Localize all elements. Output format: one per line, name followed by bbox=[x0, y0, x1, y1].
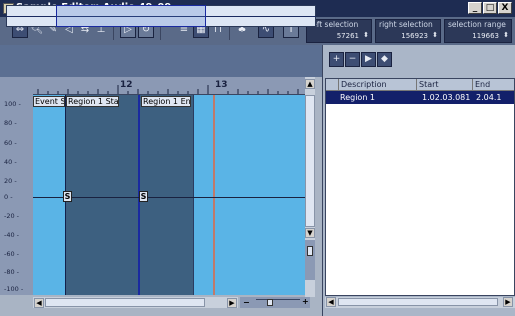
scroll-down-icon[interactable]: ▼ bbox=[305, 228, 315, 238]
ruler-corner bbox=[0, 77, 33, 95]
zoom-out-icon[interactable]: − bbox=[243, 298, 250, 307]
region-end-cell[interactable]: 2.04.1 bbox=[476, 91, 501, 104]
zero-line bbox=[33, 197, 305, 198]
column-end[interactable]: End bbox=[472, 79, 514, 91]
overview-panel bbox=[0, 45, 322, 77]
list-horizontal-scrollbar[interactable]: ◀ ▶ bbox=[325, 297, 515, 308]
play-region-button[interactable]: ▶ bbox=[361, 52, 376, 67]
left-selection-label: left selection bbox=[310, 20, 359, 29]
remove-region-button[interactable]: − bbox=[345, 52, 360, 67]
right-selection-value[interactable]: 156923 bbox=[401, 32, 428, 40]
event-start-marker[interactable]: Event Start bbox=[33, 96, 65, 107]
amplitude-label: 0 - bbox=[4, 193, 13, 201]
column-description[interactable]: Description bbox=[338, 79, 416, 91]
selection-range-field[interactable]: selection range 119663 ⬍ bbox=[444, 19, 512, 43]
amplitude-label: -80 - bbox=[4, 268, 20, 276]
left-selection-value[interactable]: 57261 bbox=[337, 32, 359, 40]
amplitude-label: -20 - bbox=[4, 212, 20, 220]
ruler[interactable]: 12 13 bbox=[33, 77, 305, 95]
horizontal-scroll-thumb[interactable] bbox=[45, 298, 205, 307]
amplitude-axis: 100 - 80 - 60 - 40 - 20 - 0 - -20 - -40 … bbox=[0, 95, 33, 295]
amplitude-label: -60 - bbox=[4, 250, 20, 258]
regions-list[interactable]: Description Start End Region 1 1.02.03.0… bbox=[325, 78, 515, 296]
ruler-bar-number: 12 bbox=[120, 80, 133, 90]
regions-panel: + − ▶ ◆ Description Start End Region 1 1… bbox=[322, 45, 515, 316]
selection-range-label: selection range bbox=[448, 20, 506, 29]
amplitude-label: 20 - bbox=[4, 177, 17, 185]
scroll-right-icon[interactable]: ▶ bbox=[503, 297, 513, 307]
right-selection-label: right selection bbox=[379, 20, 433, 29]
list-header: Description Start End bbox=[326, 79, 514, 91]
horizontal-zoom-slider[interactable] bbox=[256, 299, 300, 305]
select-region-button[interactable]: ◆ bbox=[377, 52, 392, 67]
region-end-marker[interactable]: Region 1 End bbox=[141, 96, 191, 107]
scroll-left-icon[interactable]: ◀ bbox=[326, 297, 336, 307]
right-selection-field[interactable]: right selection 156923 ⬍ bbox=[375, 19, 441, 43]
spinner-icon[interactable]: ⬍ bbox=[432, 31, 438, 39]
list-scroll-thumb[interactable] bbox=[338, 298, 498, 306]
vertical-zoom-slider[interactable] bbox=[305, 240, 315, 280]
scroll-up-icon[interactable]: ▲ bbox=[305, 79, 315, 89]
ruler-ticks bbox=[37, 85, 299, 94]
waveform-display[interactable]: Event Start Region 1 Start Region 1 End … bbox=[33, 95, 305, 295]
scroll-right-icon[interactable]: ▶ bbox=[227, 298, 237, 308]
amplitude-label: 40 - bbox=[4, 158, 17, 166]
minimize-button[interactable]: _ bbox=[468, 2, 482, 14]
spinner-icon[interactable]: ⬍ bbox=[503, 31, 509, 39]
overview-view-range[interactable] bbox=[56, 5, 206, 27]
sync-marker[interactable]: S bbox=[63, 191, 72, 202]
close-button[interactable]: X bbox=[498, 2, 512, 14]
selection-edge-line bbox=[193, 95, 194, 295]
region-start-marker[interactable]: Region 1 Start bbox=[66, 96, 119, 107]
column-start[interactable]: Start bbox=[416, 79, 472, 91]
amplitude-label: 100 - bbox=[4, 100, 21, 108]
horizontal-zoom-knob[interactable] bbox=[267, 299, 273, 306]
amplitude-label: -100 - bbox=[4, 285, 24, 293]
table-row[interactable]: Region 1 1.02.03.081 2.04.1 bbox=[326, 91, 514, 104]
sync-marker[interactable]: S bbox=[139, 191, 148, 202]
ruler-bar-number: 13 bbox=[215, 80, 228, 90]
amplitude-label: -40 - bbox=[4, 231, 20, 239]
selection-range-value[interactable]: 119663 bbox=[472, 32, 499, 40]
add-region-button[interactable]: + bbox=[329, 52, 344, 67]
region-1-area[interactable] bbox=[65, 95, 193, 295]
vertical-zoom-knob[interactable] bbox=[307, 246, 313, 256]
vertical-scroll-thumb[interactable] bbox=[305, 95, 315, 227]
region-start-cell[interactable]: 1.02.03.081 bbox=[422, 91, 470, 104]
playback-cursor[interactable] bbox=[213, 95, 215, 295]
spinner-icon[interactable]: ⬍ bbox=[363, 31, 369, 39]
zoom-in-icon[interactable]: + bbox=[302, 297, 309, 306]
scroll-left-icon[interactable]: ◀ bbox=[34, 298, 44, 308]
region-description-cell[interactable]: Region 1 bbox=[340, 91, 375, 104]
amplitude-label: 80 - bbox=[4, 119, 17, 127]
maximize-button[interactable]: □ bbox=[483, 2, 497, 14]
amplitude-label: 60 - bbox=[4, 139, 17, 147]
